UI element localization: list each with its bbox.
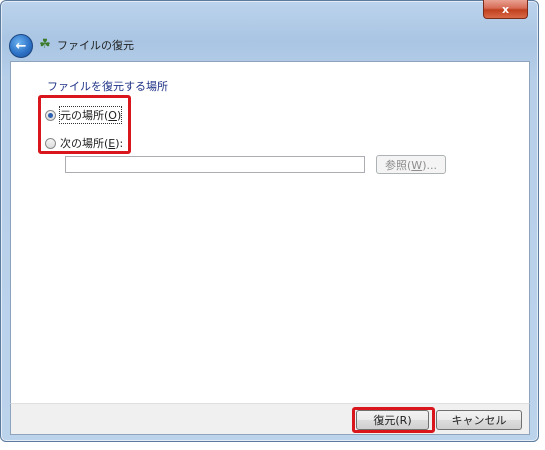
cancel-button[interactable]: キャンセル <box>436 410 522 430</box>
content-area: ファイルを復元する場所 元の場所(O) 次の場所(E): 参照(W)... <box>10 61 530 404</box>
close-button[interactable]: x <box>483 0 528 19</box>
restore-location-heading: ファイルを復元する場所 <box>47 80 168 93</box>
original-location-label: 元の場所(O) <box>58 106 123 124</box>
other-location-label: 次の場所(E): <box>60 137 124 150</box>
restore-button-label: 復元(R) <box>373 414 412 427</box>
dialog-title: ファイルの復元 <box>57 39 134 52</box>
backup-restore-icon: ☘ <box>39 37 51 52</box>
radio-original-location[interactable]: 元の場所(O) <box>45 106 123 124</box>
radio-button-checked[interactable] <box>45 109 56 121</box>
back-button[interactable]: ← <box>9 34 33 58</box>
destination-path-input[interactable] <box>65 156 365 173</box>
radio-button-unchecked[interactable] <box>45 137 56 149</box>
browse-button[interactable]: 参照(W)... <box>376 155 446 174</box>
restore-button[interactable]: 復元(R) <box>356 410 429 430</box>
radio-other-location[interactable]: 次の場所(E): <box>45 135 123 151</box>
dialog-footer: 復元(R) キャンセル <box>10 403 530 435</box>
back-arrow-icon: ← <box>15 38 27 54</box>
browse-button-label: 参照(W)... <box>385 158 437 172</box>
close-icon: x <box>501 2 510 16</box>
restore-files-dialog: x ← ☘ ファイルの復元 ファイルを復元する場所 元の場所(O) 次の場所(E… <box>0 0 539 442</box>
cancel-button-label: キャンセル <box>451 414 507 427</box>
